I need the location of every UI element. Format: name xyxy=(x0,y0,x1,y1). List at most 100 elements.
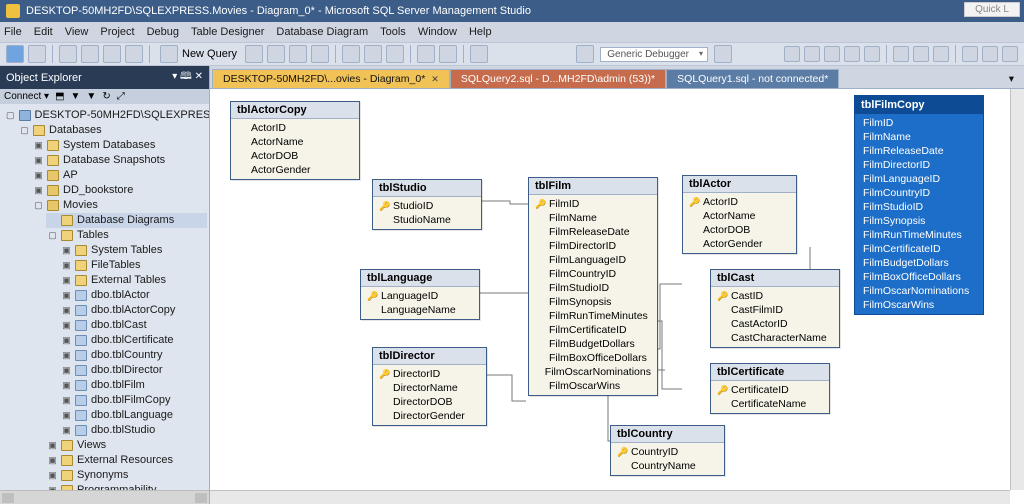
save-button[interactable] xyxy=(103,45,121,63)
column-item[interactable]: StudioName xyxy=(373,213,481,227)
column-item[interactable]: FilmCountryID xyxy=(529,267,657,281)
server-node[interactable]: ▢DESKTOP-50MH2FD\SQLEXPRESS (SQL Server … xyxy=(4,108,207,123)
redo-button[interactable] xyxy=(439,45,457,63)
menu-window[interactable]: Window xyxy=(418,26,457,38)
oex-tool-icon[interactable]: ⬒ xyxy=(55,91,64,102)
menu-edit[interactable]: Edit xyxy=(34,26,53,38)
toolbar-button[interactable] xyxy=(470,45,488,63)
column-item[interactable]: FilmDirectorID xyxy=(855,158,983,172)
column-item[interactable]: ActorDOB xyxy=(231,149,359,163)
column-item[interactable]: FilmCountryID xyxy=(855,186,983,200)
column-item[interactable]: FilmID xyxy=(855,116,983,130)
tab-query1[interactable]: SQLQuery1.sql - not connected* xyxy=(666,69,839,88)
column-item[interactable]: FilmName xyxy=(529,211,657,225)
toolbar-button[interactable] xyxy=(289,45,307,63)
column-item[interactable]: FilmName xyxy=(855,130,983,144)
table-cast[interactable]: ▣dbo.tblCast xyxy=(60,318,207,333)
column-item[interactable]: 🔑StudioID xyxy=(373,199,481,213)
column-item[interactable]: ActorGender xyxy=(231,163,359,177)
column-item[interactable]: FilmStudioID xyxy=(529,281,657,295)
paste-button[interactable] xyxy=(386,45,404,63)
tables-node[interactable]: ▢Tables xyxy=(46,228,207,243)
column-item[interactable]: FilmLanguageID xyxy=(529,253,657,267)
table-box-actorcopy[interactable]: tblActorCopy ActorIDActorNameActorDOBAct… xyxy=(230,101,360,180)
table-studio[interactable]: ▣dbo.tblStudio xyxy=(60,423,207,438)
oex-tool-icon[interactable]: ⤢ xyxy=(117,91,125,102)
column-item[interactable]: FilmOscarWins xyxy=(855,298,983,312)
oex-tool-icon[interactable]: ↻ xyxy=(102,91,110,102)
debugger-dropdown[interactable]: Generic Debugger xyxy=(600,47,708,62)
quick-launch[interactable]: Quick L xyxy=(964,2,1020,17)
prog-node[interactable]: ▣Programmability xyxy=(46,483,207,490)
column-item[interactable]: FilmRunTimeMinutes xyxy=(529,309,657,323)
toolbar-button[interactable] xyxy=(933,46,949,62)
column-item[interactable]: FilmSynopsis xyxy=(855,214,983,228)
column-item[interactable]: FilmOscarWins xyxy=(529,379,657,393)
toolbar-button[interactable] xyxy=(982,46,998,62)
menu-debug[interactable]: Debug xyxy=(147,26,179,38)
menu-table-designer[interactable]: Table Designer xyxy=(191,26,264,38)
column-item[interactable]: DirectorDOB xyxy=(373,395,486,409)
toolbar-button[interactable] xyxy=(893,46,909,62)
canvas-scroll-h[interactable] xyxy=(210,490,1010,504)
toolbar-button[interactable] xyxy=(844,46,860,62)
save-all-button[interactable] xyxy=(125,45,143,63)
column-item[interactable]: 🔑ActorID xyxy=(683,195,796,209)
systables-node[interactable]: ▣System Tables xyxy=(60,243,207,258)
toolbar-button[interactable] xyxy=(804,46,820,62)
column-item[interactable]: ActorGender xyxy=(683,237,796,251)
diagram-canvas[interactable]: tblActorCopy ActorIDActorNameActorDOBAct… xyxy=(210,89,1010,490)
toolbar-button[interactable] xyxy=(267,45,285,63)
column-item[interactable]: FilmOscarNominations xyxy=(855,284,983,298)
oex-tool-icon[interactable]: ▼ xyxy=(86,91,96,102)
table-box-cast[interactable]: tblCast 🔑CastIDCastFilmIDCastActorIDCast… xyxy=(710,269,840,348)
play-button[interactable] xyxy=(576,45,594,63)
column-item[interactable]: FilmBoxOfficeDollars xyxy=(855,270,983,284)
canvas-scroll-v[interactable] xyxy=(1010,89,1024,490)
snap-node[interactable]: ▣Database Snapshots xyxy=(32,153,207,168)
extres-node[interactable]: ▣External Resources xyxy=(46,453,207,468)
table-actor[interactable]: ▣dbo.tblActor xyxy=(60,288,207,303)
column-item[interactable]: FilmBudgetDollars xyxy=(855,256,983,270)
table-box-actor[interactable]: tblActor 🔑ActorIDActorNameActorDOBActorG… xyxy=(682,175,797,254)
databases-node[interactable]: ▢Databases xyxy=(18,123,207,138)
column-item[interactable]: LanguageName xyxy=(361,303,479,317)
column-item[interactable]: FilmBoxOfficeDollars xyxy=(529,351,657,365)
menu-database-diagram[interactable]: Database Diagram xyxy=(276,26,368,38)
toolbar-button[interactable] xyxy=(784,46,800,62)
column-item[interactable]: CastFilmID xyxy=(711,303,839,317)
table-box-certificate[interactable]: tblCertificate 🔑CertificateIDCertificate… xyxy=(710,363,830,414)
toolbar-button[interactable] xyxy=(913,46,929,62)
column-item[interactable]: CountryName xyxy=(611,459,724,473)
tab-overflow[interactable]: ▾ xyxy=(999,70,1024,88)
table-film[interactable]: ▣dbo.tblFilm xyxy=(60,378,207,393)
db-dd[interactable]: ▣DD_bookstore xyxy=(32,183,207,198)
views-node[interactable]: ▣Views xyxy=(46,438,207,453)
toolbar-button[interactable] xyxy=(824,46,840,62)
cut-button[interactable] xyxy=(342,45,360,63)
nav-fwd-button[interactable] xyxy=(28,45,46,63)
table-box-director[interactable]: tblDirector 🔑DirectorIDDirectorNameDirec… xyxy=(372,347,487,426)
filetables-node[interactable]: ▣FileTables xyxy=(60,258,207,273)
menu-help[interactable]: Help xyxy=(469,26,492,38)
copy-button[interactable] xyxy=(364,45,382,63)
toolbar-button[interactable] xyxy=(962,46,978,62)
table-box-film[interactable]: tblFilm 🔑FilmIDFilmNameFilmReleaseDateFi… xyxy=(528,177,658,396)
column-item[interactable]: FilmCertificateID xyxy=(855,242,983,256)
object-explorer-tree[interactable]: ▢DESKTOP-50MH2FD\SQLEXPRESS (SQL Server … xyxy=(0,104,209,490)
column-item[interactable]: FilmStudioID xyxy=(855,200,983,214)
tab-diagram[interactable]: DESKTOP-50MH2FD\...ovies - Diagram_0*✕ xyxy=(212,69,450,88)
table-lang[interactable]: ▣dbo.tblLanguage xyxy=(60,408,207,423)
column-item[interactable]: DirectorGender xyxy=(373,409,486,423)
close-icon[interactable]: ✕ xyxy=(431,74,439,84)
nav-back-button[interactable] xyxy=(6,45,24,63)
menu-file[interactable]: File xyxy=(4,26,22,38)
new-query-button[interactable]: New Query xyxy=(156,45,241,63)
toolbar-button[interactable] xyxy=(245,45,263,63)
toolbar-button[interactable] xyxy=(59,45,77,63)
column-item[interactable]: ActorName xyxy=(683,209,796,223)
column-item[interactable]: FilmReleaseDate xyxy=(855,144,983,158)
connect-button[interactable]: Connect ▾ xyxy=(4,91,49,102)
column-item[interactable]: FilmCertificateID xyxy=(529,323,657,337)
column-item[interactable]: FilmReleaseDate xyxy=(529,225,657,239)
